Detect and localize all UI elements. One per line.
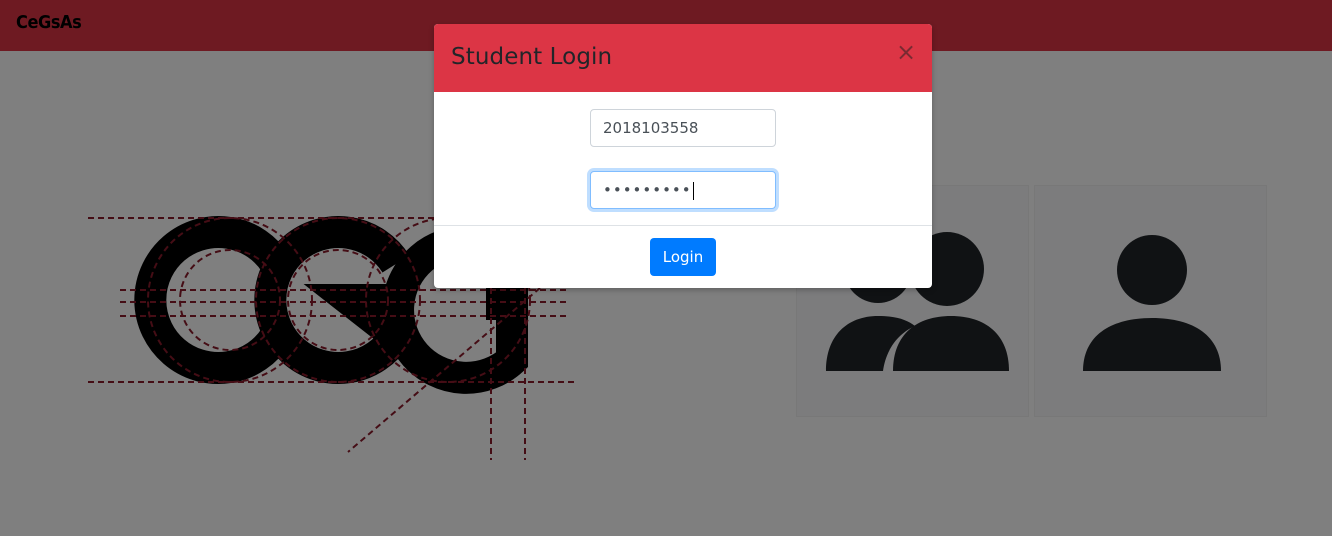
- password-input[interactable]: •••••••••: [590, 171, 776, 209]
- login-button[interactable]: Login: [650, 238, 716, 276]
- modal-title: Student Login: [451, 44, 613, 70]
- page: CeGsAs: [0, 0, 1332, 536]
- text-cursor: [692, 181, 694, 200]
- modal-footer-divider: [434, 225, 932, 226]
- close-icon[interactable]: ×: [896, 40, 916, 64]
- password-value: •••••••••: [603, 181, 692, 199]
- student-id-input[interactable]: 2018103558: [590, 109, 776, 147]
- student-login-modal: Student Login × 2018103558 ••••••••• Log…: [434, 24, 932, 288]
- student-id-value: 2018103558: [603, 119, 699, 137]
- modal-header: Student Login ×: [434, 24, 932, 92]
